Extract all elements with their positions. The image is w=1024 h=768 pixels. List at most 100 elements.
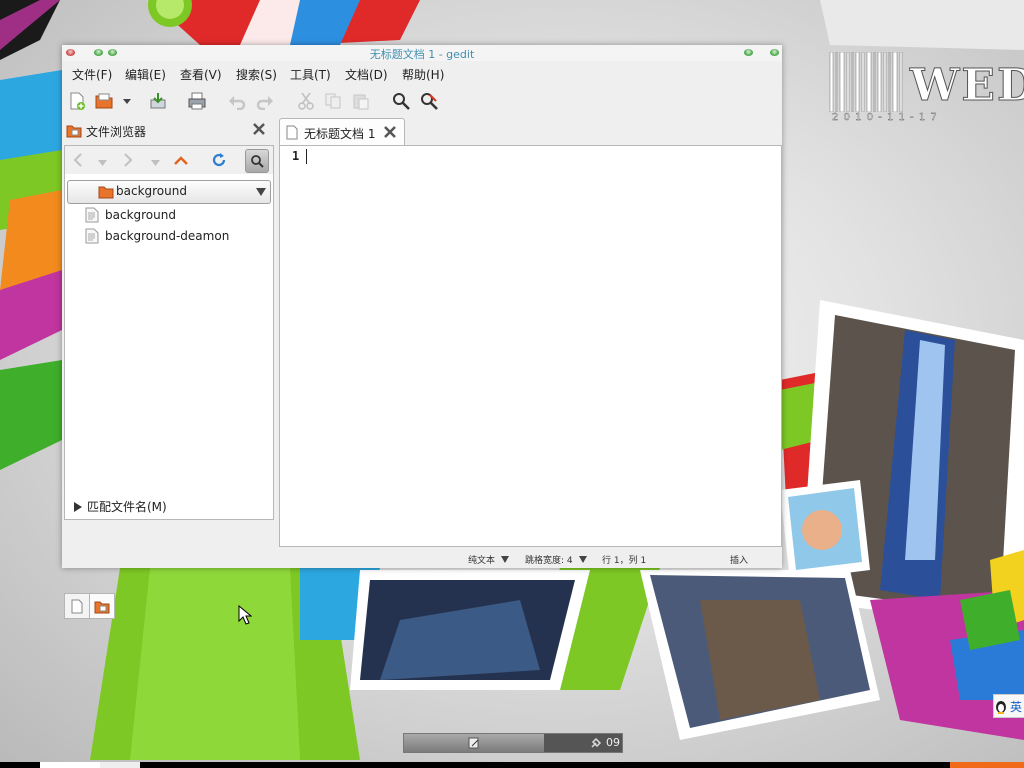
back-button[interactable]	[71, 152, 85, 171]
window-title: 无标题文档 1 - gedit	[369, 48, 475, 61]
file-list-item[interactable]: background	[85, 206, 176, 224]
file-name: background-deamon	[105, 229, 230, 243]
syntax-mode-label: 纯文本	[468, 556, 496, 566]
input-method-indicator[interactable]: 英	[993, 694, 1024, 718]
open-button[interactable]	[93, 91, 115, 111]
folder-combo[interactable]: background	[67, 180, 271, 204]
file-name: background	[105, 208, 176, 222]
taskbar-time: 09	[606, 736, 620, 749]
new-document-icon	[70, 92, 85, 110]
tab-label: 无标题文档 1	[304, 127, 376, 141]
undo-button[interactable]	[226, 91, 248, 111]
insert-mode: 插入	[730, 556, 749, 566]
forward-arrow-icon	[124, 153, 133, 167]
save-button[interactable]	[147, 91, 169, 111]
tab-close-button[interactable]	[383, 125, 397, 142]
print-icon	[188, 92, 206, 110]
menu-file[interactable]: 文件(F)	[72, 66, 112, 83]
forward-button[interactable]	[121, 152, 135, 171]
wed-logo-text: WED	[909, 60, 1024, 111]
wed-date-text: 2 0 1 0 - 1 1 - 1 7	[832, 112, 938, 123]
text-cursor	[306, 149, 307, 164]
close-icon	[384, 126, 396, 138]
window-maximize-icon[interactable]	[770, 49, 779, 56]
back-arrow-icon	[73, 153, 82, 167]
up-arrow-icon	[174, 156, 188, 165]
dropdown-arrow-icon	[123, 99, 131, 104]
current-folder-label: background	[116, 184, 187, 198]
copy-icon	[325, 93, 341, 109]
window-minimize-icon[interactable]	[744, 49, 753, 56]
text-editor[interactable]: 1	[279, 145, 782, 547]
bottom-panel-item[interactable]	[950, 762, 1024, 768]
line-number: 1	[292, 149, 300, 163]
dropdown-arrow-icon	[501, 556, 510, 563]
menu-tools[interactable]: 工具(T)	[290, 66, 331, 83]
forward-history-dropdown[interactable]	[151, 156, 160, 170]
menu-edit[interactable]: 编辑(E)	[125, 66, 166, 83]
bottom-panel	[0, 762, 1024, 768]
bottom-panel-item[interactable]	[40, 762, 100, 768]
cut-icon	[298, 92, 314, 110]
menu-documents[interactable]: 文档(D)	[345, 66, 388, 83]
print-button[interactable]	[186, 91, 208, 111]
title-bar[interactable]: 无标题文档 1 - gedit	[62, 45, 782, 61]
document-edit-icon	[468, 737, 479, 749]
file-browser-icon	[66, 125, 82, 138]
text-file-icon	[85, 207, 99, 223]
tab-untitled-document[interactable]: 无标题文档 1	[279, 118, 405, 146]
tab-width-dropdown[interactable]: 跳格宽度: 4	[525, 553, 587, 566]
back-history-dropdown[interactable]	[98, 156, 107, 170]
side-panel-header: 文件浏览器	[66, 122, 270, 140]
match-filename-expander[interactable]: 匹配文件名(M)	[73, 498, 167, 515]
paste-button[interactable]	[350, 91, 372, 111]
close-icon	[253, 123, 265, 135]
gedit-window: 无标题文档 1 - gedit 文件(F) 编辑(E) 查看(V) 搜索(S) …	[62, 45, 782, 619]
redo-button[interactable]	[254, 91, 276, 111]
menu-search[interactable]: 搜索(S)	[236, 66, 277, 83]
toolbar	[62, 89, 782, 115]
new-document-button[interactable]	[66, 91, 88, 111]
cursor-position: 行 1，列 1	[602, 556, 647, 566]
cut-button[interactable]	[295, 91, 317, 111]
refresh-icon	[212, 153, 226, 167]
ime-language-label: 英	[1010, 699, 1023, 714]
parent-folder-button[interactable]	[173, 153, 189, 170]
search-icon	[251, 155, 264, 168]
dropdown-arrow-icon	[578, 556, 587, 563]
menu-bar: 文件(F) 编辑(E) 查看(V) 搜索(S) 工具(T) 文档(D) 帮助(H…	[62, 63, 782, 85]
tab-documents[interactable]	[64, 593, 90, 619]
tab-file-browser[interactable]	[89, 593, 115, 619]
file-browser-icon	[94, 601, 110, 613]
document-icon	[286, 125, 298, 140]
file-browser-box: background background background-deamon …	[64, 145, 274, 520]
dropdown-arrow-icon	[151, 160, 160, 166]
syntax-mode-dropdown[interactable]: 纯文本	[468, 553, 510, 566]
open-recent-dropdown[interactable]	[120, 91, 134, 111]
copy-button[interactable]	[322, 91, 344, 111]
text-file-icon	[85, 228, 99, 244]
tab-width-label: 跳格宽度: 4	[525, 556, 573, 566]
refresh-button[interactable]	[211, 152, 227, 171]
penguin-icon	[996, 701, 1006, 714]
status-bar: 纯文本 跳格宽度: 4 行 1，列 1 插入	[62, 548, 782, 568]
file-list-item[interactable]: background-deamon	[85, 227, 229, 245]
side-panel-close-button[interactable]	[252, 122, 266, 138]
folder-icon	[98, 186, 114, 199]
find-replace-icon	[421, 93, 438, 110]
find-replace-button[interactable]	[418, 91, 440, 111]
open-icon	[95, 93, 113, 109]
dropdown-arrow-icon	[98, 160, 107, 166]
bottom-panel-item[interactable]	[100, 762, 140, 768]
filter-button[interactable]	[245, 149, 269, 173]
menu-view[interactable]: 查看(V)	[180, 66, 222, 83]
find-button[interactable]	[390, 91, 412, 111]
mouse-pointer-icon	[238, 605, 252, 625]
wed-barcode-logo: WED 2 0 1 0 - 1 1 - 1 7	[828, 51, 1024, 123]
side-panel: 文件浏览器 background background background-d…	[62, 117, 274, 619]
taskbar-panel[interactable]: 09	[403, 733, 623, 753]
paste-icon	[353, 94, 369, 110]
save-icon	[150, 93, 166, 109]
menu-help[interactable]: 帮助(H)	[402, 66, 444, 83]
redo-icon	[256, 96, 273, 110]
